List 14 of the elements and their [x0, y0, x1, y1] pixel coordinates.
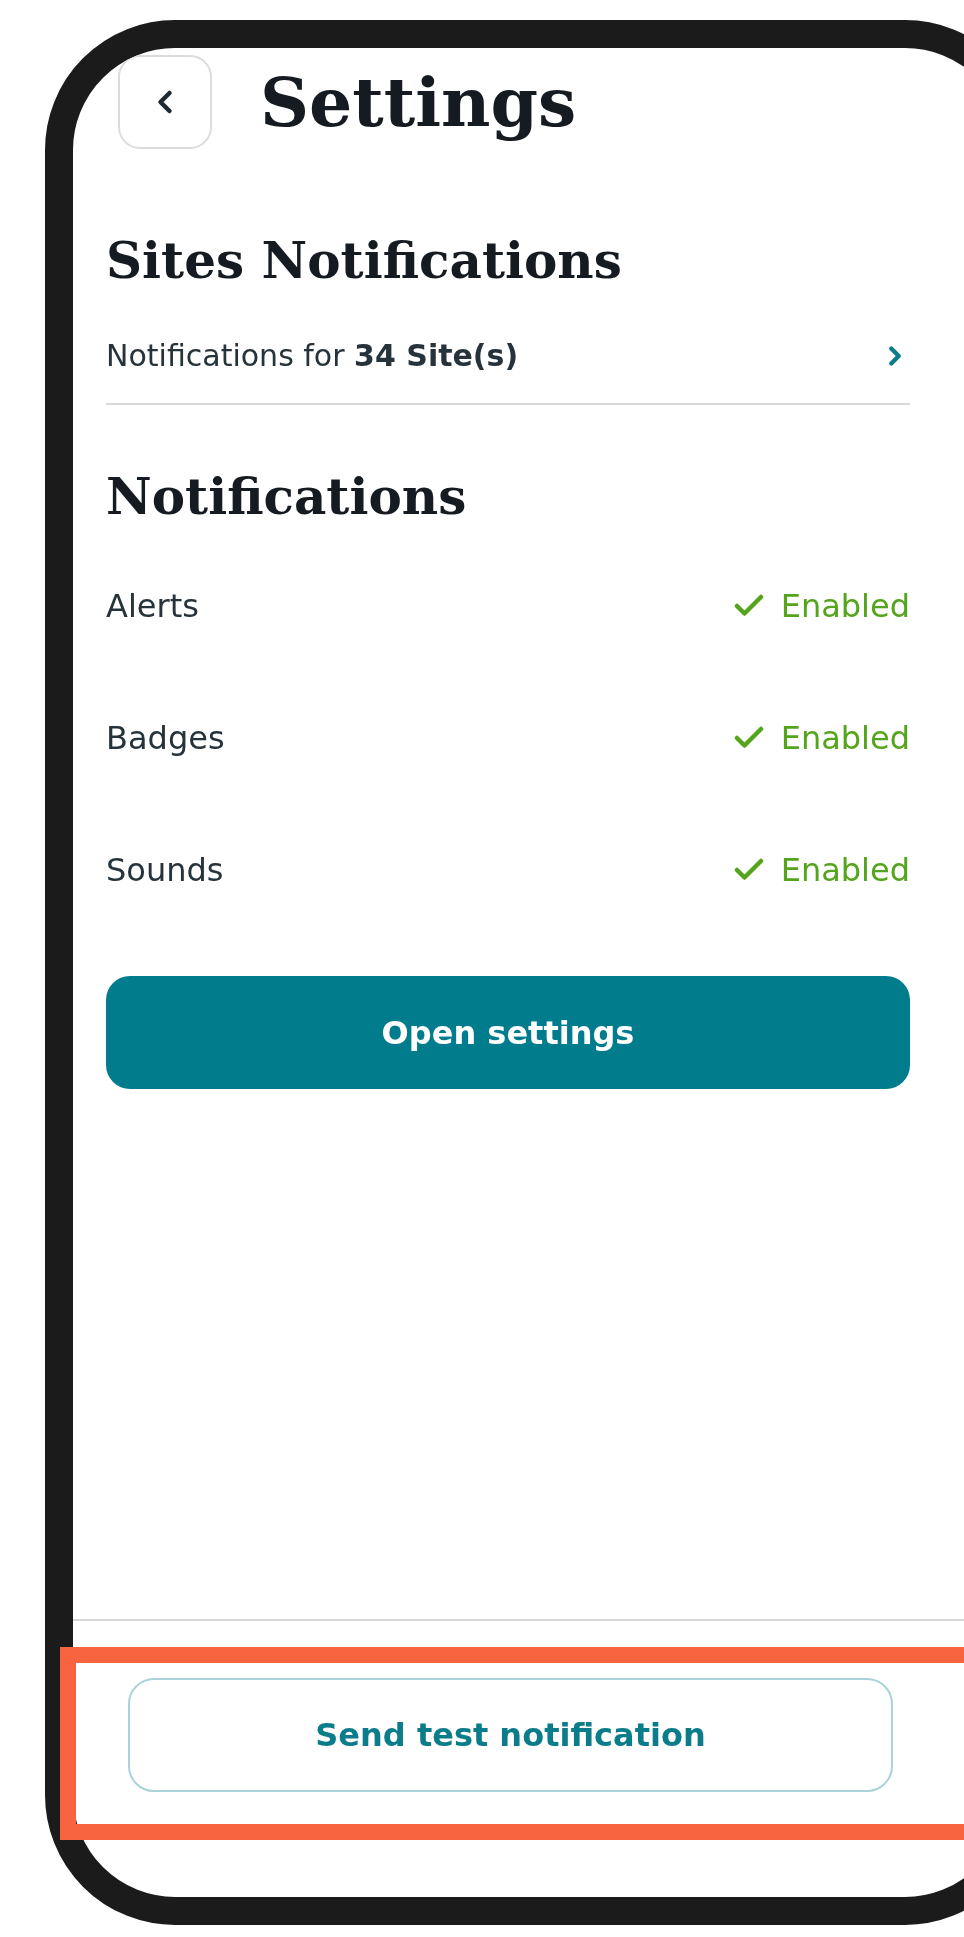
sites-link-text: Notifications for 34 Site(s): [106, 338, 519, 373]
send-test-button[interactable]: Send test notification: [128, 1678, 893, 1792]
sites-link-row[interactable]: Notifications for 34 Site(s): [106, 338, 910, 405]
section-title: Notifications: [106, 467, 468, 526]
status-indicator: Enabled: [730, 587, 910, 625]
setting-label: Sounds: [106, 851, 224, 889]
page-title: Settings: [260, 62, 577, 142]
back-button[interactable]: [118, 55, 212, 149]
status-indicator: Enabled: [730, 719, 910, 757]
status-indicator: Enabled: [730, 851, 910, 889]
setting-label: Badges: [106, 719, 225, 757]
setting-label: Alerts: [106, 587, 199, 625]
open-settings-button[interactable]: Open settings: [106, 976, 910, 1089]
section-title: Sites Notifications: [106, 231, 623, 290]
